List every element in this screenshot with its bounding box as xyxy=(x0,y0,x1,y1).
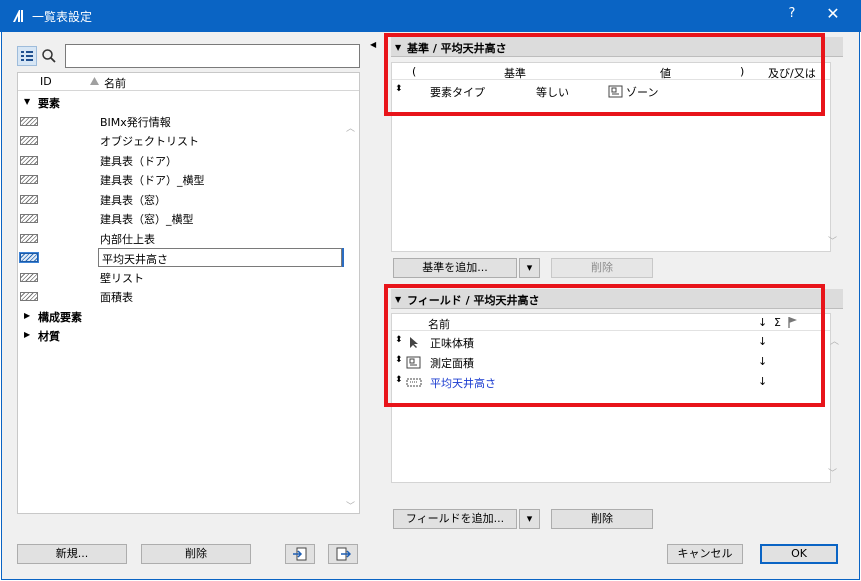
panel-splitter[interactable]: ◀ xyxy=(369,32,376,580)
caret-right-icon[interactable]: ▶ xyxy=(24,311,34,321)
schemes-panel: ID 名前 ▼ 要素 BIMx発行情報 オブジェクトリスト 建具表（ドア） 建具… xyxy=(17,44,360,564)
schedule-icon xyxy=(20,234,38,243)
chevron-down-icon: ▾ xyxy=(526,261,533,274)
title-bar: 一覧表設定 ? ✕ xyxy=(0,0,861,32)
tree-item[interactable]: 建具表（窓）_横型 xyxy=(18,209,342,228)
schedule-icon xyxy=(20,136,38,145)
export-button[interactable] xyxy=(328,544,358,564)
schedule-icon xyxy=(20,195,38,204)
import-button[interactable] xyxy=(285,544,315,564)
schedule-icon xyxy=(20,273,38,282)
schedule-icon xyxy=(20,214,38,223)
tree-body: ▼ 要素 BIMx発行情報 オブジェクトリスト 建具表（ドア） 建具表（ドア）_… xyxy=(18,91,359,511)
schedule-icon xyxy=(20,292,38,301)
tree-item[interactable]: オブジェクトリスト xyxy=(18,131,342,150)
add-field-dropdown[interactable]: ▾ xyxy=(519,509,540,529)
tree-group-elements[interactable]: ▼ 要素 xyxy=(18,93,342,112)
close-button[interactable]: ✕ xyxy=(818,4,848,26)
caret-down-icon[interactable]: ▼ xyxy=(24,97,34,107)
scroll-up-icon[interactable]: ︿ xyxy=(830,334,839,347)
scheme-tree: ID 名前 ▼ 要素 BIMx発行情報 オブジェクトリスト 建具表（ドア） 建具… xyxy=(17,72,360,514)
export-icon xyxy=(336,547,352,561)
caret-right-icon[interactable]: ▶ xyxy=(24,330,34,340)
add-criterion-dropdown[interactable]: ▾ xyxy=(519,258,540,278)
add-criterion-button[interactable]: 基準を追加... xyxy=(393,258,517,278)
search-input[interactable] xyxy=(65,44,360,68)
ok-button[interactable]: OK xyxy=(760,544,838,564)
tree-group-materials[interactable]: ▶ 材質 xyxy=(18,326,342,345)
delete-criterion-button[interactable]: 削除 xyxy=(551,258,653,278)
tree-item[interactable]: 建具表（ドア） xyxy=(18,151,342,170)
highlight-box-criteria xyxy=(384,33,825,116)
scroll-up-icon[interactable]: ︿ xyxy=(346,121,358,134)
tree-item[interactable]: BIMx発行情報 xyxy=(18,112,342,131)
schedule-icon xyxy=(20,156,38,165)
scroll-down-icon[interactable]: ﹀ xyxy=(828,466,840,479)
tree-item[interactable]: 建具表（ドア）_横型 xyxy=(18,170,342,189)
add-field-button[interactable]: フィールドを追加... xyxy=(393,509,517,529)
selection-marker xyxy=(342,248,344,267)
tree-group-components[interactable]: ▶ 構成要素 xyxy=(18,307,342,326)
column-name-header[interactable]: 名前 xyxy=(104,75,126,91)
help-button[interactable]: ? xyxy=(780,6,804,26)
delete-field-button[interactable]: 削除 xyxy=(551,509,653,529)
tree-item[interactable]: 面積表 xyxy=(18,287,342,306)
window-title: 一覧表設定 xyxy=(32,10,93,24)
search-icon xyxy=(42,49,56,63)
scroll-down-icon[interactable]: ﹀ xyxy=(828,234,840,247)
schedule-icon xyxy=(20,117,38,126)
tree-item-selected[interactable]: 平均天井高さ xyxy=(18,248,342,267)
tree-item[interactable]: 建具表（窓） xyxy=(18,190,342,209)
column-id-header[interactable]: ID xyxy=(40,75,52,88)
highlight-box-fields xyxy=(384,284,825,407)
sort-ascending-icon xyxy=(90,77,99,85)
chevron-down-icon: ▾ xyxy=(526,512,533,525)
archicad-logo-icon xyxy=(10,8,26,24)
tree-header: ID 名前 xyxy=(18,73,359,91)
rename-field[interactable]: 平均天井高さ xyxy=(98,248,342,267)
schedule-icon xyxy=(20,175,38,184)
scroll-down-icon[interactable]: ﹀ xyxy=(346,499,358,512)
schedule-icon xyxy=(19,252,39,263)
import-icon xyxy=(293,547,307,561)
collapse-left-icon[interactable]: ◀ xyxy=(370,40,376,49)
cancel-button[interactable]: キャンセル xyxy=(667,544,743,564)
list-view-icon[interactable] xyxy=(17,46,37,66)
tree-item[interactable]: 内部仕上表 xyxy=(18,229,342,248)
tree-item[interactable]: 壁リスト xyxy=(18,268,342,287)
delete-scheme-button[interactable]: 削除 xyxy=(141,544,251,564)
new-scheme-button[interactable]: 新規... xyxy=(17,544,127,564)
